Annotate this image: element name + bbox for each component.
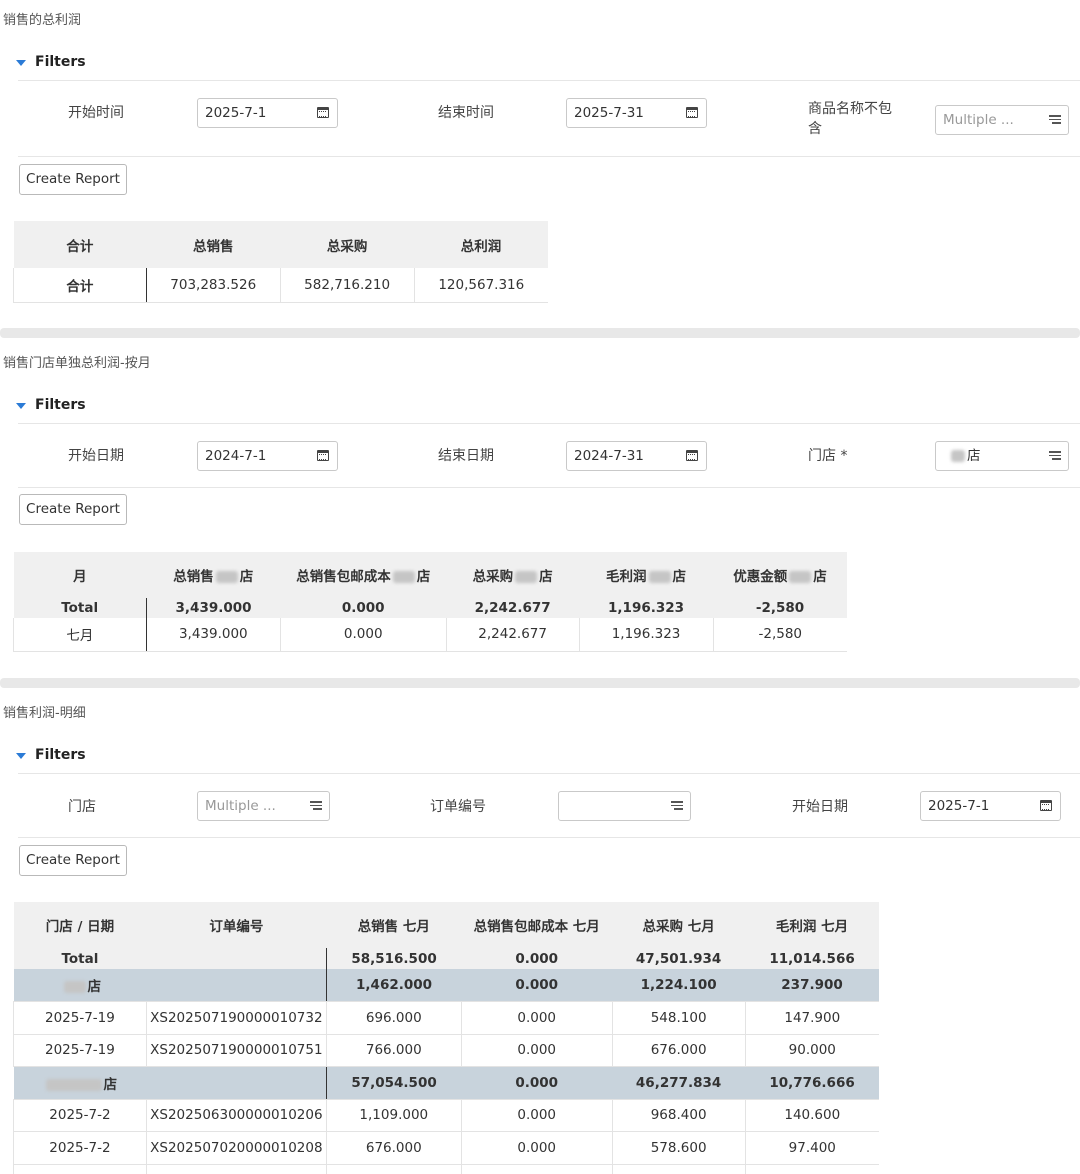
col-header: 优惠金额店 [713,552,847,598]
col-header: 订单编号 [146,902,327,948]
store-select[interactable]: Multiple ... [197,791,330,821]
table-row: 2025-7-19 XS202507190000010732 696.000 0… [13,1001,879,1035]
divider [18,837,1080,838]
end-time-label: 结束时间 [438,105,494,121]
store-label: 门店 * [808,448,848,464]
list-icon [1049,451,1061,461]
table-row [13,1164,880,1174]
filters-label: Filters [35,747,86,763]
col-header: 总销售 [146,221,281,268]
caret-down-icon [16,402,26,409]
create-report-button[interactable]: Create Report [19,845,127,876]
col-header: 总采购店 [446,552,580,598]
store-group-row[interactable]: 店 57,054.500 0.000 46,277.834 10,776.666 [13,1066,879,1100]
redacted-mark [215,571,238,583]
exclude-product-label: 商品名称不包含 [808,101,892,137]
table-row: 七月 3,439.000 0.000 2,242.677 1,196.323 -… [13,618,847,652]
total-profit-table: 合计 总销售 总采购 总利润 合计 703,283.526 582,716.21… [13,221,548,303]
profit-detail-table: 门店 / 日期 订单编号 总销售 七月 总销售包邮成本 七月 总采购 七月 毛利… [13,902,879,1174]
table-row: 2025-7-2 XS202507020000010208 676.000 0.… [13,1131,879,1165]
col-header: 合计 [13,221,147,268]
order-number-select[interactable] [558,791,691,821]
col-header: 毛利润 七月 [745,902,879,948]
list-icon [671,801,683,811]
exclude-product-select[interactable]: Multiple ... [935,105,1069,135]
list-icon [310,801,322,811]
filters-toggle[interactable]: Filters [16,54,86,70]
calendar-icon[interactable] [686,450,698,461]
col-header: 总采购 [280,221,415,268]
divider [18,80,1080,81]
calendar-icon[interactable] [317,450,329,461]
end-date-input[interactable]: 2024-7-31 [566,441,707,471]
start-date-label: 开始日期 [792,799,848,815]
col-header: 总销售店 [146,552,281,598]
redacted-mark [45,1078,102,1091]
panel-title: 销售的总利润 [3,13,82,28]
table-row: 2025-7-2 XS202506300000010206 1,109.000 … [13,1099,879,1132]
caret-down-icon [16,59,26,66]
start-time-input[interactable]: 2025-7-1 [197,98,338,128]
redacted-mark [648,571,671,583]
panel-profit-detail: 销售利润-明细 Filters 门店 Multiple ... 订单编号 开始日… [0,690,1080,1174]
start-date-input[interactable]: 2025-7-1 [920,791,1061,821]
store-group-row[interactable]: 店 1,462.000 0.000 1,224.100 237.900 [13,969,879,1002]
divider [18,156,1080,157]
col-header: 毛利润店 [579,552,713,598]
redacted-mark [515,571,538,583]
calendar-icon[interactable] [317,107,329,118]
col-header: 总销售 七月 [326,902,462,948]
col-header: 总采购 七月 [612,902,746,948]
col-header: 总销售包邮成本 七月 [461,902,613,948]
list-icon [1049,115,1061,125]
col-header: 门店 / 日期 [13,902,147,948]
col-header: 总利润 [414,221,548,268]
redacted-mark [951,450,965,462]
caret-down-icon [16,752,26,759]
calendar-icon[interactable] [686,107,698,118]
filters-label: Filters [35,54,86,70]
end-date-label: 结束日期 [438,448,494,464]
redacted-mark [789,571,812,583]
create-report-button[interactable]: Create Report [19,164,127,195]
divider [18,423,1080,424]
store-select[interactable]: 店 [935,441,1069,471]
panel-divider [0,678,1080,688]
col-header: 总销售包邮成本店 [280,552,447,598]
start-date-label: 开始日期 [68,448,124,464]
redacted-mark [63,980,86,993]
calendar-icon[interactable] [1040,800,1052,811]
order-number-label: 订单编号 [430,799,486,815]
divider [18,487,1080,488]
create-report-button[interactable]: Create Report [19,494,127,525]
filters-toggle[interactable]: Filters [16,747,86,763]
col-header: 月 [13,552,147,598]
table-row: 2025-7-19 XS202507190000010751 766.000 0… [13,1034,879,1067]
panel-divider [0,328,1080,338]
redacted-mark [392,571,415,583]
filters-label: Filters [35,397,86,413]
end-time-input[interactable]: 2025-7-31 [566,98,707,128]
store-label: 门店 [68,799,96,815]
panel-store-monthly-profit: 销售门店单独总利润-按月 Filters 开始日期 2024-7-1 结束日期 … [0,340,1080,678]
total-row: Total 58,516.500 0.000 47,501.934 11,014… [13,948,879,969]
panel-title: 销售门店单独总利润-按月 [3,356,151,371]
filters-toggle[interactable]: Filters [16,397,86,413]
table-row: 合计 703,283.526 582,716.210 120,567.316 [13,268,548,303]
store-monthly-table: 月 总销售店 总销售包邮成本店 总采购店 毛利润店 优惠金额店 Total 3,… [13,552,847,652]
total-row: Total 3,439.000 0.000 2,242.677 1,196.32… [13,598,847,618]
start-time-label: 开始时间 [68,105,124,121]
divider [18,773,1080,774]
panel-title: 销售利润-明细 [3,706,86,721]
panel-total-profit: 销售的总利润 Filters 开始时间 2025-7-1 结束时间 2025-7… [0,0,1080,330]
start-date-input[interactable]: 2024-7-1 [197,441,338,471]
